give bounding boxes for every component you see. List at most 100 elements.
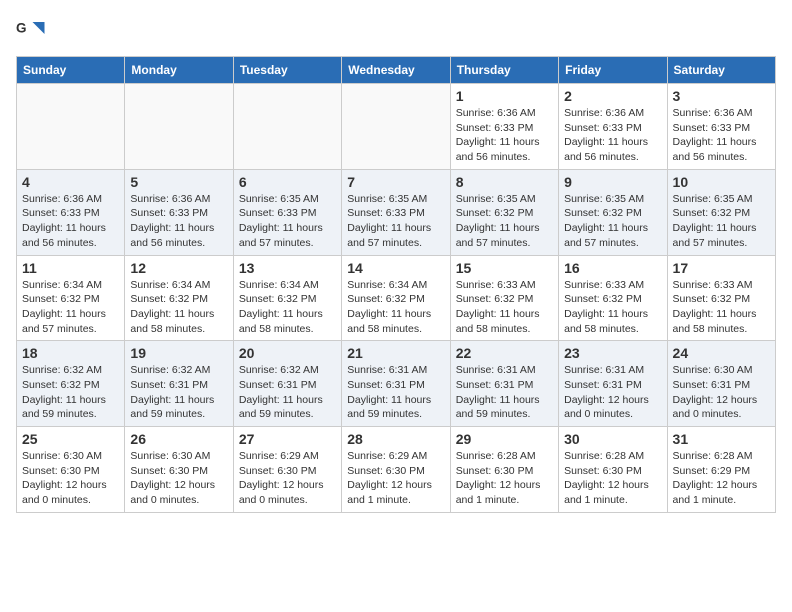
calendar-day: 30 Sunrise: 6:28 AMSunset: 6:30 PMDayligh…: [559, 427, 667, 513]
day-info: Sunrise: 6:36 AMSunset: 6:33 PMDaylight:…: [673, 106, 770, 165]
calendar-day: 27 Sunrise: 6:29 AMSunset: 6:30 PMDayligh…: [233, 427, 341, 513]
calendar-header-row: SundayMondayTuesdayWednesdayThursdayFrid…: [17, 57, 776, 84]
calendar-week-row: 1 Sunrise: 6:36 AMSunset: 6:33 PMDaylight…: [17, 84, 776, 170]
weekday-header-wednesday: Wednesday: [342, 57, 450, 84]
calendar-day: [233, 84, 341, 170]
day-info: Sunrise: 6:31 AMSunset: 6:31 PMDaylight:…: [347, 363, 444, 422]
calendar-day: [17, 84, 125, 170]
day-number: 28: [347, 431, 444, 447]
calendar-day: 3 Sunrise: 6:36 AMSunset: 6:33 PMDaylight…: [667, 84, 775, 170]
day-info: Sunrise: 6:36 AMSunset: 6:33 PMDaylight:…: [456, 106, 553, 165]
calendar-table: SundayMondayTuesdayWednesdayThursdayFrid…: [16, 56, 776, 513]
day-number: 3: [673, 88, 770, 104]
calendar-day: 5 Sunrise: 6:36 AMSunset: 6:33 PMDaylight…: [125, 169, 233, 255]
day-info: Sunrise: 6:36 AMSunset: 6:33 PMDaylight:…: [22, 192, 119, 251]
day-info: Sunrise: 6:34 AMSunset: 6:32 PMDaylight:…: [239, 278, 336, 337]
day-number: 20: [239, 345, 336, 361]
day-info: Sunrise: 6:32 AMSunset: 6:31 PMDaylight:…: [130, 363, 227, 422]
calendar-week-row: 11 Sunrise: 6:34 AMSunset: 6:32 PMDayligh…: [17, 255, 776, 341]
logo-icon: G: [16, 16, 46, 46]
day-number: 29: [456, 431, 553, 447]
day-number: 10: [673, 174, 770, 190]
day-number: 23: [564, 345, 661, 361]
day-number: 15: [456, 260, 553, 276]
day-info: Sunrise: 6:30 AMSunset: 6:31 PMDaylight:…: [673, 363, 770, 422]
calendar-day: 26 Sunrise: 6:30 AMSunset: 6:30 PMDayligh…: [125, 427, 233, 513]
day-info: Sunrise: 6:35 AMSunset: 6:33 PMDaylight:…: [347, 192, 444, 251]
day-info: Sunrise: 6:33 AMSunset: 6:32 PMDaylight:…: [564, 278, 661, 337]
calendar-day: 15 Sunrise: 6:33 AMSunset: 6:32 PMDayligh…: [450, 255, 558, 341]
day-number: 18: [22, 345, 119, 361]
weekday-header-friday: Friday: [559, 57, 667, 84]
day-number: 1: [456, 88, 553, 104]
day-info: Sunrise: 6:28 AMSunset: 6:30 PMDaylight:…: [564, 449, 661, 508]
day-number: 24: [673, 345, 770, 361]
calendar-day: 6Sunrise: 6:35 AMSunset: 6:33 PMDaylight…: [233, 169, 341, 255]
weekday-header-tuesday: Tuesday: [233, 57, 341, 84]
calendar-day: 9 Sunrise: 6:35 AMSunset: 6:32 PMDaylight…: [559, 169, 667, 255]
calendar-day: 4 Sunrise: 6:36 AMSunset: 6:33 PMDaylight…: [17, 169, 125, 255]
calendar-day: 8Sunrise: 6:35 AMSunset: 6:32 PMDaylight…: [450, 169, 558, 255]
calendar-day: 1 Sunrise: 6:36 AMSunset: 6:33 PMDaylight…: [450, 84, 558, 170]
calendar-day: 24 Sunrise: 6:30 AMSunset: 6:31 PMDayligh…: [667, 341, 775, 427]
page-header: G: [16, 16, 776, 46]
day-info: Sunrise: 6:31 AMSunset: 6:31 PMDaylight:…: [456, 363, 553, 422]
day-number: 13: [239, 260, 336, 276]
day-number: 11: [22, 260, 119, 276]
calendar-day: 17 Sunrise: 6:33 AMSunset: 6:32 PMDayligh…: [667, 255, 775, 341]
calendar-day: 31 Sunrise: 6:28 AMSunset: 6:29 PMDayligh…: [667, 427, 775, 513]
calendar-day: 13 Sunrise: 6:34 AMSunset: 6:32 PMDayligh…: [233, 255, 341, 341]
calendar-week-row: 4 Sunrise: 6:36 AMSunset: 6:33 PMDaylight…: [17, 169, 776, 255]
day-number: 5: [130, 174, 227, 190]
calendar-day: 20 Sunrise: 6:32 AMSunset: 6:31 PMDayligh…: [233, 341, 341, 427]
day-number: 17: [673, 260, 770, 276]
day-number: 4: [22, 174, 119, 190]
calendar-week-row: 25Sunrise: 6:30 AMSunset: 6:30 PMDayligh…: [17, 427, 776, 513]
calendar-day: 18Sunrise: 6:32 AMSunset: 6:32 PMDayligh…: [17, 341, 125, 427]
day-info: Sunrise: 6:32 AMSunset: 6:31 PMDaylight:…: [239, 363, 336, 422]
calendar-day: 22 Sunrise: 6:31 AMSunset: 6:31 PMDayligh…: [450, 341, 558, 427]
day-number: 14: [347, 260, 444, 276]
day-number: 31: [673, 431, 770, 447]
day-info: Sunrise: 6:34 AMSunset: 6:32 PMDaylight:…: [22, 278, 119, 337]
calendar-day: [125, 84, 233, 170]
calendar-day: 11 Sunrise: 6:34 AMSunset: 6:32 PMDayligh…: [17, 255, 125, 341]
day-number: 26: [130, 431, 227, 447]
calendar-day: 16 Sunrise: 6:33 AMSunset: 6:32 PMDayligh…: [559, 255, 667, 341]
day-number: 21: [347, 345, 444, 361]
day-number: 27: [239, 431, 336, 447]
day-number: 12: [130, 260, 227, 276]
day-number: 30: [564, 431, 661, 447]
day-info: Sunrise: 6:35 AMSunset: 6:32 PMDaylight:…: [673, 192, 770, 251]
day-number: 8: [456, 174, 553, 190]
calendar-day: 19 Sunrise: 6:32 AMSunset: 6:31 PMDayligh…: [125, 341, 233, 427]
day-info: Sunrise: 6:36 AMSunset: 6:33 PMDaylight:…: [130, 192, 227, 251]
day-info: Sunrise: 6:36 AMSunset: 6:33 PMDaylight:…: [564, 106, 661, 165]
weekday-header-saturday: Saturday: [667, 57, 775, 84]
calendar-week-row: 18Sunrise: 6:32 AMSunset: 6:32 PMDayligh…: [17, 341, 776, 427]
day-info: Sunrise: 6:28 AMSunset: 6:29 PMDaylight:…: [673, 449, 770, 508]
day-number: 22: [456, 345, 553, 361]
day-info: Sunrise: 6:30 AMSunset: 6:30 PMDaylight:…: [130, 449, 227, 508]
day-number: 16: [564, 260, 661, 276]
weekday-header-monday: Monday: [125, 57, 233, 84]
day-info: Sunrise: 6:33 AMSunset: 6:32 PMDaylight:…: [673, 278, 770, 337]
day-info: Sunrise: 6:35 AMSunset: 6:33 PMDaylight:…: [239, 192, 336, 251]
calendar-day: 23Sunrise: 6:31 AMSunset: 6:31 PMDayligh…: [559, 341, 667, 427]
calendar-day: 14 Sunrise: 6:34 AMSunset: 6:32 PMDayligh…: [342, 255, 450, 341]
day-info: Sunrise: 6:34 AMSunset: 6:32 PMDaylight:…: [347, 278, 444, 337]
day-info: Sunrise: 6:30 AMSunset: 6:30 PMDaylight:…: [22, 449, 119, 508]
calendar-day: 28Sunrise: 6:29 AMSunset: 6:30 PMDayligh…: [342, 427, 450, 513]
day-number: 19: [130, 345, 227, 361]
logo: G: [16, 16, 48, 46]
calendar-day: 29Sunrise: 6:28 AMSunset: 6:30 PMDayligh…: [450, 427, 558, 513]
calendar-day: 21 Sunrise: 6:31 AMSunset: 6:31 PMDayligh…: [342, 341, 450, 427]
calendar-day: [342, 84, 450, 170]
day-info: Sunrise: 6:35 AMSunset: 6:32 PMDaylight:…: [564, 192, 661, 251]
calendar-day: 10 Sunrise: 6:35 AMSunset: 6:32 PMDayligh…: [667, 169, 775, 255]
day-info: Sunrise: 6:33 AMSunset: 6:32 PMDaylight:…: [456, 278, 553, 337]
day-info: Sunrise: 6:29 AMSunset: 6:30 PMDaylight:…: [239, 449, 336, 508]
day-number: 9: [564, 174, 661, 190]
calendar-day: 12Sunrise: 6:34 AMSunset: 6:32 PMDayligh…: [125, 255, 233, 341]
calendar-day: 7Sunrise: 6:35 AMSunset: 6:33 PMDaylight…: [342, 169, 450, 255]
